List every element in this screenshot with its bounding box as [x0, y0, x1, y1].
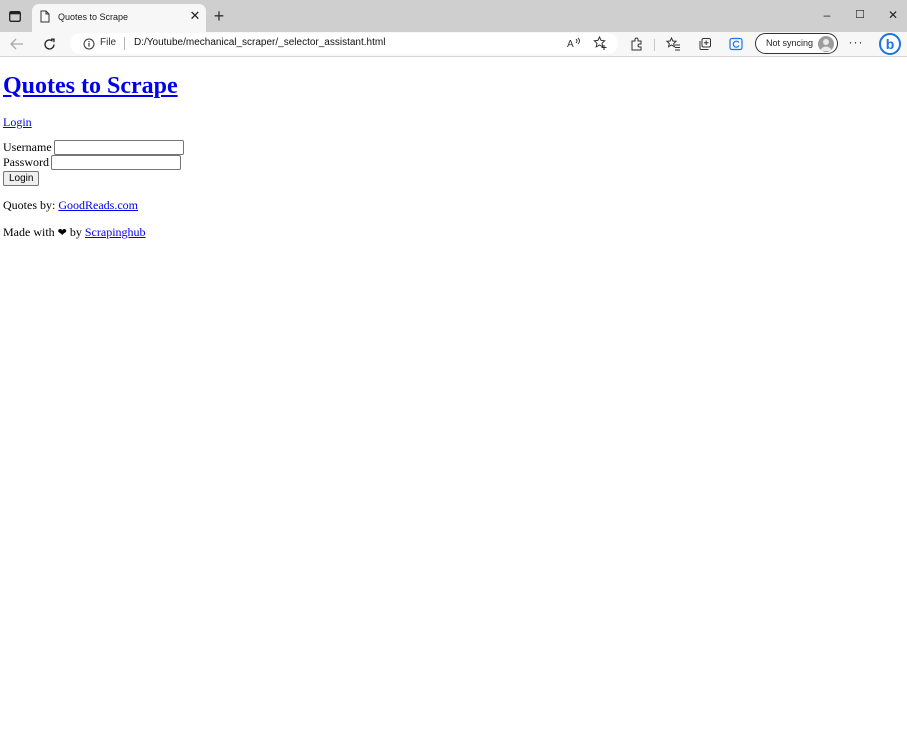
address-bar[interactable]: File D:/Youtube/mechanical_scraper/_sele…: [70, 33, 618, 54]
address-separator: [124, 37, 125, 50]
quotes-by-prefix: Quotes by:: [3, 198, 59, 212]
heart-icon: ❤: [57, 226, 67, 239]
more-icon[interactable]: ···: [848, 36, 864, 52]
read-aloud-icon[interactable]: A: [566, 35, 582, 51]
made-with-by: by: [66, 225, 85, 239]
username-row: Username: [3, 140, 184, 155]
username-label: Username: [3, 140, 52, 154]
url-text[interactable]: D:/Youtube/mechanical_scraper/_selector_…: [134, 37, 385, 48]
maximize-button[interactable]: ☐: [850, 6, 870, 24]
refresh-icon[interactable]: [40, 35, 58, 53]
password-input[interactable]: [51, 155, 182, 170]
browser-toolbar: File D:/Youtube/mechanical_scraper/_sele…: [0, 32, 907, 57]
copilot-icon[interactable]: b: [879, 33, 901, 55]
svg-text:A: A: [567, 39, 574, 49]
avatar-icon: [818, 36, 834, 52]
tab-actions-icon[interactable]: [6, 8, 24, 24]
quotes-by-text: Quotes by: GoodReads.com: [3, 198, 138, 213]
goodreads-link[interactable]: GoodReads.com: [58, 198, 138, 212]
made-with-prefix: Made with: [3, 225, 58, 239]
password-row: Password: [3, 155, 182, 170]
toolbar-divider: [654, 39, 655, 51]
minimize-button[interactable]: –: [817, 6, 837, 24]
profile-label: Not syncing: [766, 38, 814, 48]
tab-title: Quotes to Scrape: [58, 12, 129, 22]
active-tab[interactable]: Quotes to Scrape ✕: [32, 4, 206, 32]
home-link[interactable]: Quotes to Scrape: [3, 73, 178, 99]
login-link-paragraph: Login: [3, 115, 32, 130]
username-input[interactable]: [53, 140, 184, 155]
scheme-label: File: [100, 37, 117, 48]
browser-essentials-icon[interactable]: [728, 36, 744, 52]
made-with-text: Made with ❤ by Scrapinghub: [3, 225, 146, 240]
favorites-icon[interactable]: [665, 36, 681, 52]
login-submit-button[interactable]: Login: [3, 171, 40, 186]
back-icon[interactable]: [8, 35, 26, 53]
scrapinghub-link[interactable]: Scrapinghub: [85, 225, 146, 239]
info-icon[interactable]: [83, 37, 95, 55]
extensions-icon[interactable]: [629, 36, 645, 52]
close-window-button[interactable]: ✕: [883, 6, 903, 24]
tab-strip: Quotes to Scrape ✕ + – ☐ ✕: [0, 0, 907, 32]
page-icon: [40, 10, 50, 28]
tab-close-icon[interactable]: ✕: [189, 9, 201, 22]
collections-icon[interactable]: [697, 36, 713, 52]
new-tab-button[interactable]: +: [210, 7, 228, 25]
profile-button[interactable]: Not syncing: [755, 33, 838, 54]
page-title: Quotes to Scrape: [3, 73, 178, 100]
login-link[interactable]: Login: [3, 115, 32, 129]
password-label: Password: [3, 155, 50, 169]
add-favorite-icon[interactable]: [592, 35, 608, 51]
